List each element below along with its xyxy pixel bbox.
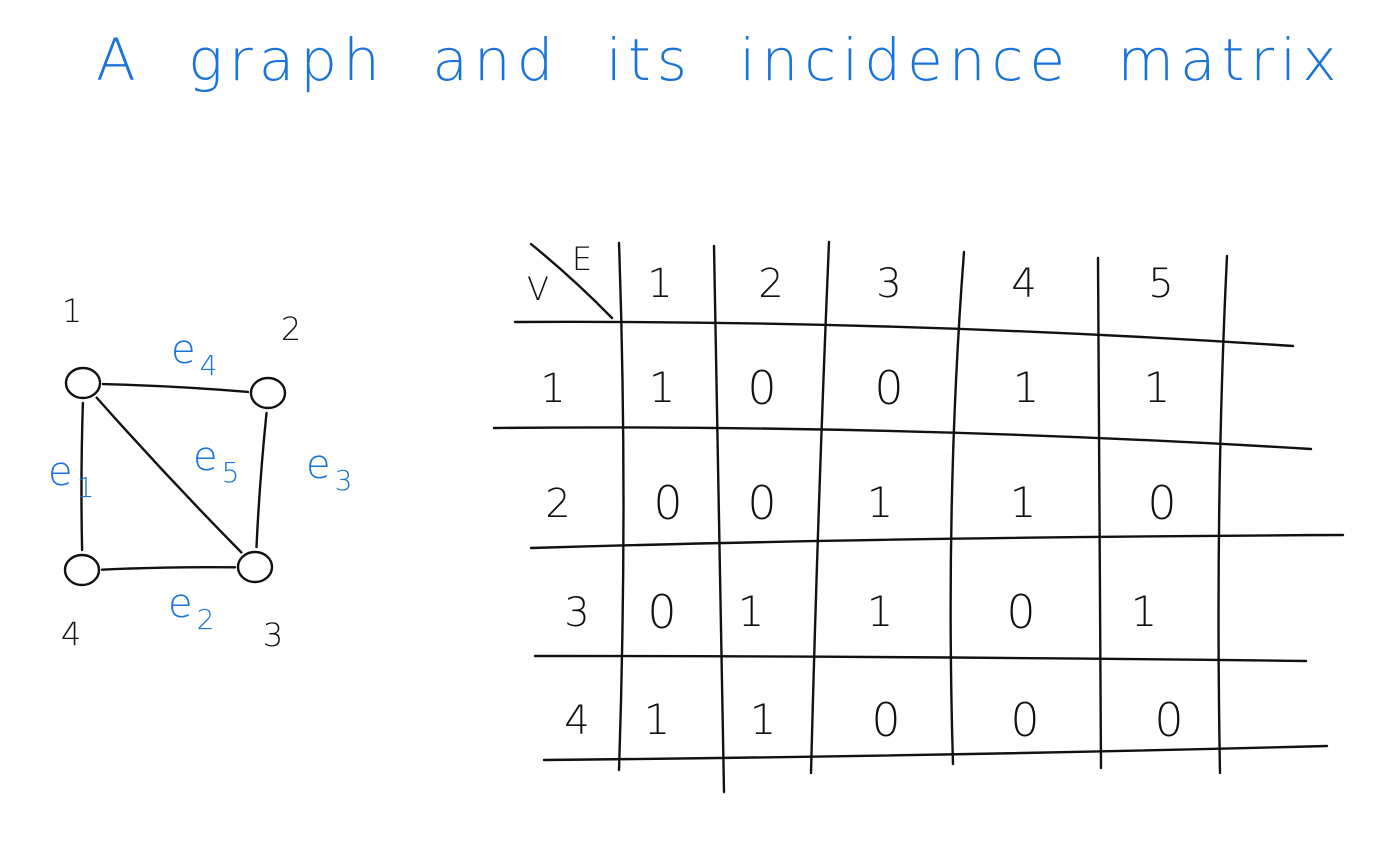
matrix-row-line [513,320,1295,348]
matrix-col-header: 1 [647,261,672,307]
matrix-cell: 0 [747,476,776,530]
matrix-cell: 1 [1010,478,1037,527]
whiteboard-canvas: A graph and its incidence matrix e1e2e3e… [0,0,1383,852]
matrix-row-line [529,533,1345,550]
matrix-col-line [712,244,726,794]
matrix-cell: 0 [1154,693,1183,747]
matrix-row-line [542,744,1329,762]
matrix-cell: 1 [750,695,777,744]
matrix-cell: 1 [644,695,671,744]
matrix-row-line [492,426,1313,451]
matrix-cell: 0 [871,693,900,747]
matrix-corner-col-header: E [572,240,592,278]
matrix-col-header: 3 [876,261,901,307]
matrix-cell: 0 [653,476,682,530]
matrix-cell: 1 [649,363,676,412]
matrix-col-line [1217,254,1229,775]
matrix-cell: 1 [867,587,894,636]
matrix-row-line [533,654,1308,663]
matrix-cell: 0 [1147,476,1176,530]
matrix-row-header: 3 [564,590,589,636]
matrix-row-header: 1 [540,366,565,412]
matrix-cell: 1 [867,478,894,527]
matrix-cell: 0 [747,361,776,415]
matrix-cell: 0 [647,585,676,639]
matrix-cell: 0 [874,361,903,415]
matrix-col-header: 4 [1011,261,1036,307]
matrix-cell: 1 [1013,363,1040,412]
matrix-col-header: 5 [1148,261,1173,307]
matrix-cell: 1 [1131,587,1158,636]
matrix-cell: 0 [1006,585,1035,639]
matrix-cell: 1 [738,587,765,636]
matrix-col-line [809,240,831,775]
matrix-col-header: 2 [758,261,783,307]
incidence-matrix: EV 1 2 3 4 5 1 2 3 4 1 0 0 1 1 0 0 1 1 0 0 1 1 0 1 1 1 0 0 0 [492,240,1345,794]
matrix-cell: 0 [1010,693,1039,747]
matrix-row-header: 2 [545,481,570,527]
matrix-cell: 1 [1144,363,1171,412]
matrix-row-header: 4 [564,698,589,744]
matrix-corner-row-header: V [527,270,549,308]
